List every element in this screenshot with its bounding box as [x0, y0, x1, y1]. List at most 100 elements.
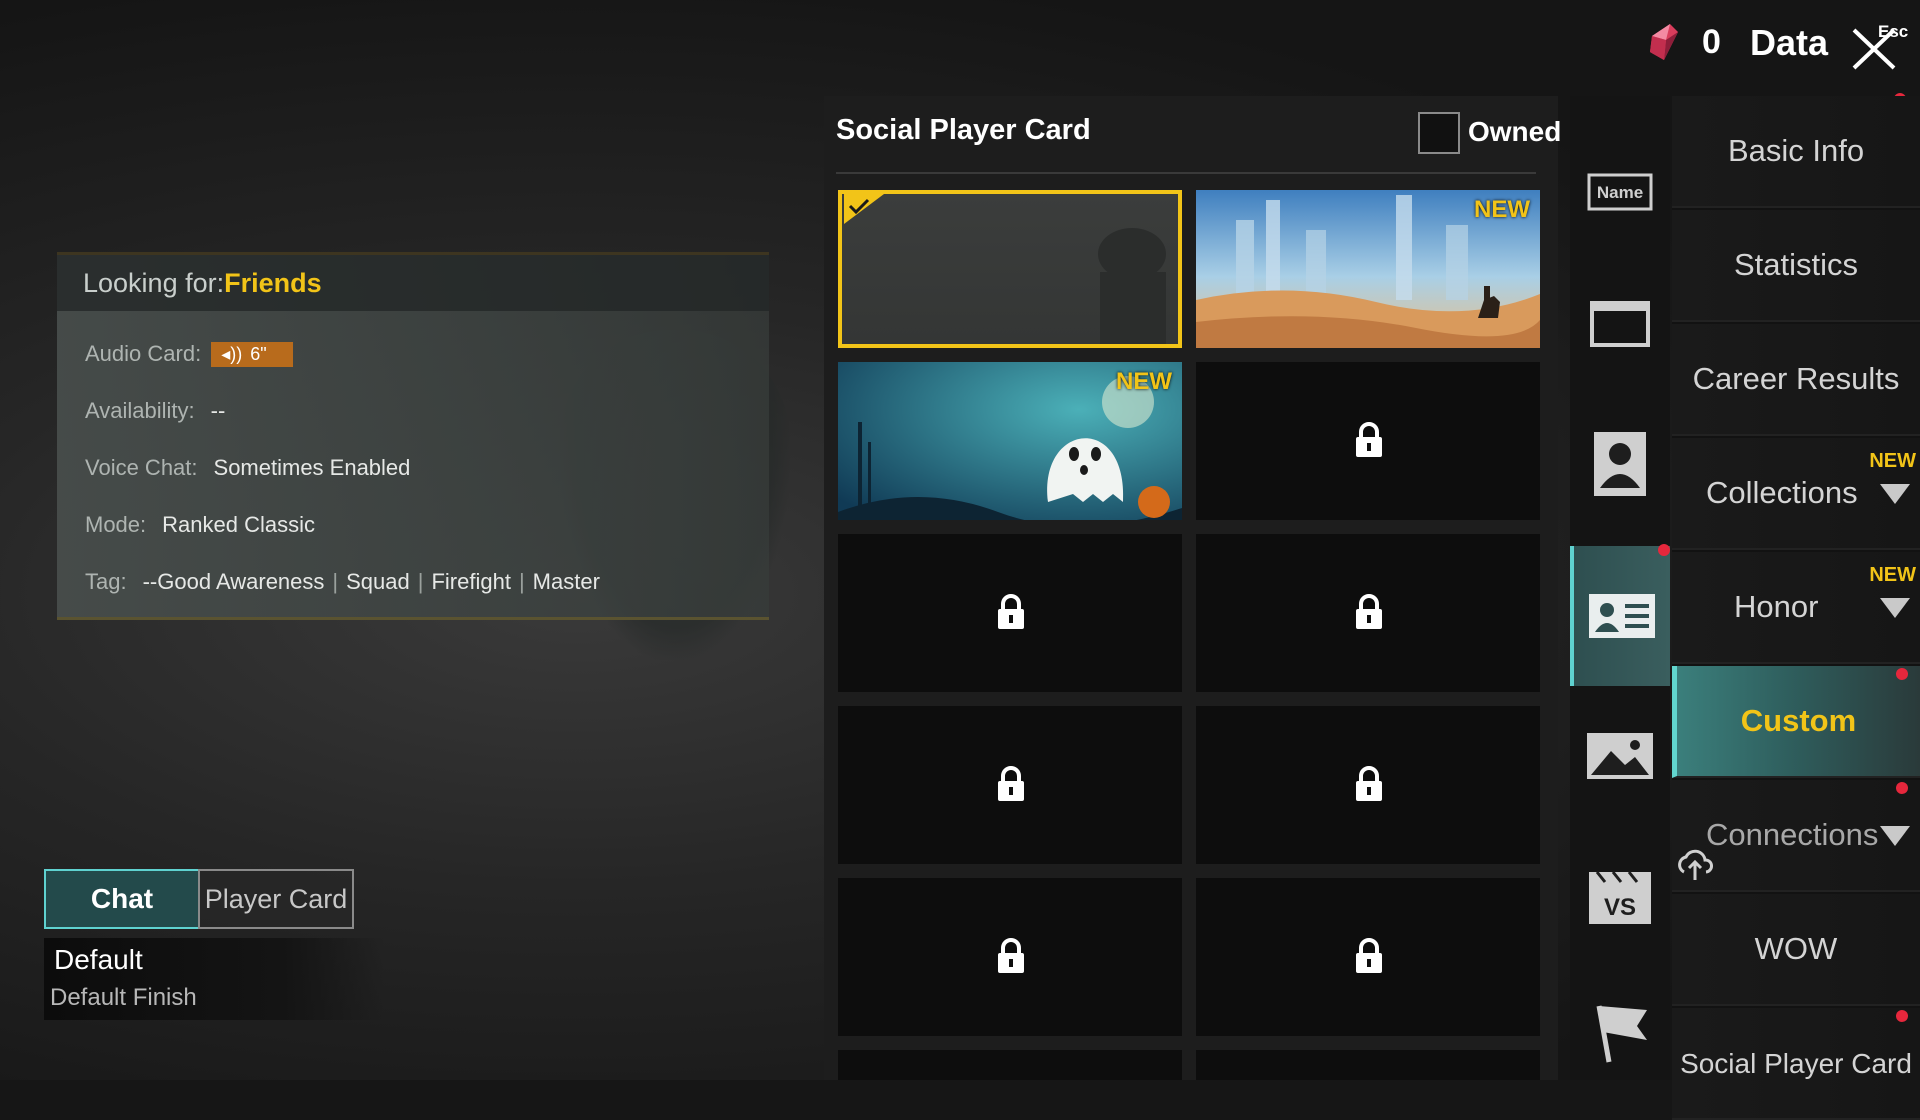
icon-tab-frame[interactable]: [1570, 268, 1670, 380]
player-card-locked[interactable]: [838, 706, 1182, 864]
lock-icon: [1356, 594, 1382, 629]
tag-row: Tag: --Good Awareness | Squad | Firefigh…: [85, 569, 600, 595]
mode-label: Mode:: [85, 512, 147, 537]
nav-custom[interactable]: Custom: [1672, 666, 1920, 778]
tag-item: Master: [532, 569, 600, 594]
nav-statistics[interactable]: Statistics: [1672, 210, 1920, 322]
new-badge: NEW: [1474, 196, 1530, 223]
mode-row: Mode: Ranked Classic: [85, 512, 315, 538]
chevron-down-icon: [1880, 598, 1910, 618]
nav-career-results[interactable]: Career Results: [1672, 324, 1920, 436]
tag-label: Tag:: [85, 569, 127, 594]
nav-label: WOW: [1754, 931, 1838, 966]
notification-dot: [1658, 544, 1670, 556]
player-card-locked[interactable]: [1196, 878, 1540, 1036]
nav-honor[interactable]: Honor NEW: [1672, 552, 1920, 664]
player-card-locked[interactable]: [1196, 706, 1540, 864]
player-card-desert-rider[interactable]: NEW: [1196, 190, 1540, 348]
tag-separator: |: [332, 569, 339, 594]
player-card-partial[interactable]: [1196, 1050, 1540, 1080]
voice-chat-value: Sometimes Enabled: [213, 455, 411, 480]
icon-tab-avatar[interactable]: [1570, 408, 1670, 520]
audio-card-badge[interactable]: ◂)) 6": [211, 341, 293, 367]
flag-icon: [1596, 1005, 1647, 1063]
currency-display[interactable]: 0: [1648, 22, 1721, 62]
lock-icon: [998, 938, 1024, 973]
nav-wow[interactable]: WOW: [1672, 894, 1920, 1006]
lock-icon: [1356, 938, 1382, 973]
tag-item: --Good Awareness: [142, 569, 325, 594]
new-badge: NEW: [1869, 564, 1916, 586]
finish-name: Default: [54, 944, 143, 975]
availability-row: Availability: --: [85, 398, 225, 424]
nav-label: Connections: [1706, 817, 1879, 852]
icon-tab-vs[interactable]: VS: [1570, 842, 1670, 954]
page-title: Data: [1750, 22, 1829, 63]
player-card-partial[interactable]: [838, 1050, 1182, 1080]
lock-icon: [998, 766, 1024, 801]
nav-connections[interactable]: Connections: [1672, 780, 1920, 892]
category-nav: Basic Info Statistics Career Results Col…: [1672, 96, 1920, 1120]
tag-separator: |: [417, 569, 424, 594]
finish-subtitle: Default Finish: [50, 984, 197, 1011]
player-card-locked[interactable]: [1196, 362, 1540, 520]
svg-text:VS: VS: [1604, 894, 1636, 921]
chevron-down-icon: [1880, 484, 1910, 504]
currency-amount: 0: [1702, 22, 1721, 61]
nav-social-player-card[interactable]: Social Player Card: [1672, 1008, 1920, 1120]
avatar-icon: [1594, 432, 1646, 496]
finish-panel[interactable]: Default Default Finish: [44, 938, 384, 1020]
new-badge: NEW: [1116, 368, 1172, 395]
svg-text:Name: Name: [1597, 183, 1643, 202]
owned-label: Owned: [1468, 116, 1562, 147]
vs-icon: VS: [1589, 871, 1651, 924]
audio-card-value: 6": [250, 343, 267, 364]
nav-basic-info[interactable]: Basic Info: [1672, 96, 1920, 208]
nav-label: Collections: [1706, 475, 1858, 510]
nav-label: Career Results: [1692, 361, 1900, 396]
availability-label: Availability:: [85, 398, 195, 423]
cloud-upload-icon: [1678, 849, 1713, 880]
audio-card-label: Audio Card:: [85, 341, 202, 366]
player-card-locked[interactable]: [838, 878, 1182, 1036]
player-card-icon: [1589, 594, 1655, 638]
card-grid-panel: Social Player Card Owned NEW NEW: [824, 96, 1562, 1080]
tag-separator: |: [518, 569, 525, 594]
chevron-down-icon: [1880, 826, 1910, 846]
availability-value: --: [210, 398, 226, 423]
tab-player-card[interactable]: Player Card: [198, 869, 354, 929]
mode-value: Ranked Classic: [162, 512, 315, 537]
owned-checkbox[interactable]: [1418, 112, 1460, 154]
player-card-locked[interactable]: [838, 534, 1182, 692]
esc-hint: Esc: [1878, 22, 1909, 41]
icon-tab-name[interactable]: Name: [1570, 134, 1670, 246]
category-icon-column: Name VS: [1570, 96, 1670, 1080]
icon-tab-player-card[interactable]: [1570, 546, 1670, 686]
nav-label: Basic Info: [1727, 133, 1865, 168]
close-button[interactable]: Esc: [1850, 22, 1910, 70]
soldier-shadow-image: [1098, 228, 1166, 344]
new-badge: NEW: [1869, 450, 1916, 472]
frame-icon: [1590, 301, 1650, 347]
audio-card-row: Audio Card: ◂)) 6": [85, 341, 293, 367]
player-card-locked[interactable]: [1196, 534, 1540, 692]
tag-item: Firefight: [431, 569, 511, 594]
player-card-default[interactable]: [838, 190, 1182, 348]
icon-tab-flag[interactable]: [1570, 976, 1670, 1088]
nav-label: Custom: [1740, 703, 1857, 738]
lock-icon: [1356, 766, 1382, 801]
name-tag-icon: Name: [1587, 173, 1653, 211]
voice-chat-row: Voice Chat: Sometimes Enabled: [85, 455, 410, 481]
notification-dot: [1896, 782, 1908, 794]
icon-tab-background[interactable]: [1570, 700, 1670, 812]
nav-label: Statistics: [1733, 247, 1859, 282]
info-card-header: Looking for: Friends: [57, 255, 769, 311]
nav-collections[interactable]: Collections NEW: [1672, 438, 1920, 550]
player-card-ghost[interactable]: NEW: [838, 362, 1182, 520]
player-info-card: Looking for: Friends Audio Card: ◂)) 6" …: [57, 252, 769, 620]
tab-chat[interactable]: Chat: [44, 869, 200, 929]
divider: [836, 172, 1536, 174]
landscape-icon: [1587, 733, 1653, 779]
nav-label: Honor: [1734, 589, 1819, 624]
lock-icon: [998, 594, 1024, 629]
